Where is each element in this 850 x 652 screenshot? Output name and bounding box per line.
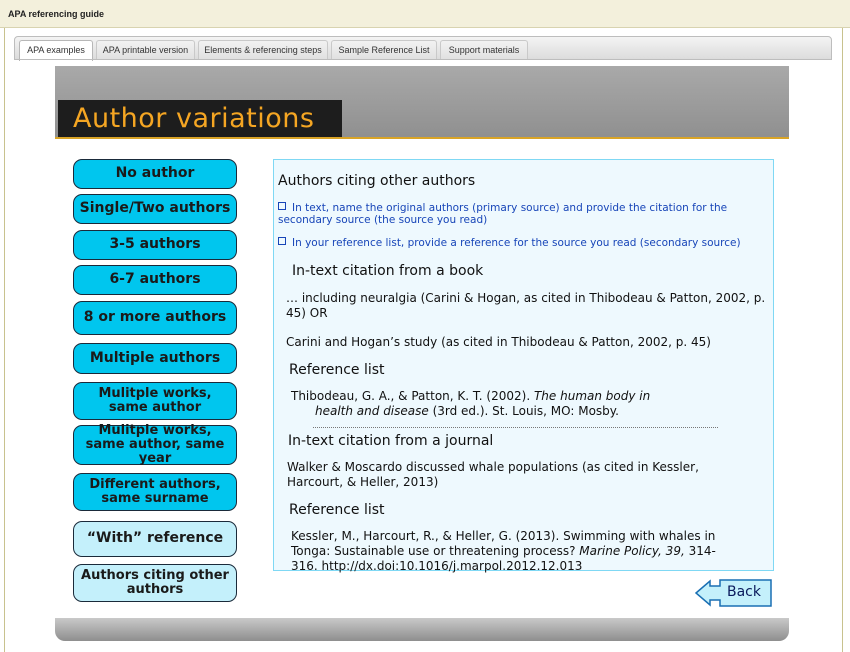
tab-apa-examples[interactable]: APA examples xyxy=(19,40,93,61)
dotted-divider xyxy=(313,427,718,428)
bullet-item: In text, name the original authors (prim… xyxy=(278,202,758,226)
reference-text: Thibodeau, G. A., & Patton, K. T. (2002)… xyxy=(291,389,534,403)
book-example-2: Carini and Hogan’s study (as cited in Th… xyxy=(286,335,711,349)
panel-title: Authors citing other authors xyxy=(278,173,476,189)
journal-example: Walker & Moscardo discussed whale popula… xyxy=(287,460,699,489)
nav-6-7-authors-button[interactable]: 6-7 authors xyxy=(73,265,237,295)
back-button[interactable]: Back xyxy=(695,579,772,607)
journal-citation-heading: In-text citation from a journal xyxy=(288,433,494,449)
checkbox-bullet-icon xyxy=(278,202,286,210)
reference-entry-book: Thibodeau, G. A., & Patton, K. T. (2002)… xyxy=(291,389,731,419)
nav-3-5-authors-button[interactable]: 3-5 authors xyxy=(73,230,237,260)
nav-no-author-button[interactable]: No author xyxy=(73,159,237,189)
nav-multiple-works-same-author-same-year-button[interactable]: Mulitple works, same author, same year xyxy=(73,423,237,466)
nav-multiple-authors-button[interactable]: Multiple authors xyxy=(73,343,237,374)
tab-sample-reference-list[interactable]: Sample Reference List xyxy=(331,40,437,60)
reference-title: The human body in xyxy=(533,389,651,403)
bullet-text: In text, name the original authors (prim… xyxy=(278,202,728,226)
slide-header-rule xyxy=(55,137,789,139)
bullet-text: In your reference list, provide a refere… xyxy=(292,237,741,249)
book-citation-heading: In-text citation from a book xyxy=(292,263,484,279)
reference-journal: Marine Policy, 39, xyxy=(579,544,685,558)
reference-list-heading-1: Reference list xyxy=(289,362,385,378)
checkbox-bullet-icon xyxy=(278,237,286,245)
tab-content-border xyxy=(14,59,832,60)
bullet-item: In your reference list, provide a refere… xyxy=(278,237,758,249)
title-bar: APA referencing guide xyxy=(0,0,850,28)
back-button-label: Back xyxy=(727,584,761,600)
nav-multiple-works-same-author-button[interactable]: Mulitple works, same author xyxy=(73,382,237,420)
tab-apa-printable-version[interactable]: APA printable version xyxy=(96,40,195,60)
nav-authors-citing-other-authors-button[interactable]: Authors citing other authors xyxy=(73,564,237,602)
nav-single-two-authors-button[interactable]: Single/Two authors xyxy=(73,194,237,224)
reference-text: (3rd ed.). St. Louis, MO: Mosby. xyxy=(428,404,619,418)
nav-8-or-more-authors-button[interactable]: 8 or more authors xyxy=(73,301,237,335)
slide-footer-band xyxy=(55,618,789,641)
reference-title: health and disease xyxy=(315,404,429,418)
book-example-1: … including neuralgia (Carini & Hogan, a… xyxy=(286,291,766,320)
reference-entry-journal: Kessler, M., Harcourt, R., & Heller, G. … xyxy=(291,529,731,574)
slide-heading: Author variations xyxy=(73,103,315,134)
window-title: APA referencing guide xyxy=(8,9,105,19)
nav-different-authors-same-surname-button[interactable]: Different authors, same surname xyxy=(73,473,237,511)
tab-support-materials[interactable]: Support materials xyxy=(440,40,528,60)
nav-with-reference-button[interactable]: “With” reference xyxy=(73,521,237,557)
tab-bar: APA examples APA printable version Eleme… xyxy=(14,36,832,61)
tab-elements-referencing-steps[interactable]: Elements & referencing steps xyxy=(198,40,328,60)
reference-list-heading-2: Reference list xyxy=(289,502,385,518)
